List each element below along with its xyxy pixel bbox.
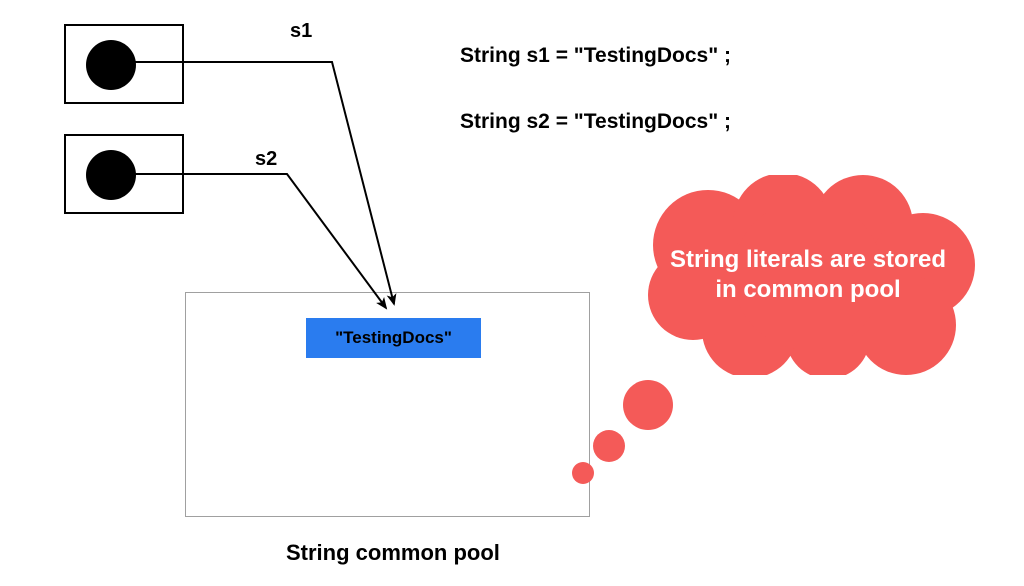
cloud-tail-2: [593, 430, 625, 462]
diagram-stage: s1 s2 String s1 = "TestingDocs" ; String…: [0, 0, 1024, 586]
thought-cloud: String literals are stored in common poo…: [638, 175, 978, 375]
ref-box-s2: [64, 134, 184, 214]
cloud-tail-3: [572, 462, 594, 484]
string-literal-box: "TestingDocs": [306, 318, 481, 358]
label-s1: s1: [290, 20, 312, 43]
string-pool-rect: "TestingDocs": [185, 292, 590, 517]
pool-caption: String common pool: [286, 540, 500, 566]
label-s2: s2: [255, 148, 277, 171]
ref-box-s1: [64, 24, 184, 104]
ref-dot-s1: [86, 40, 136, 90]
cloud-text: String literals are stored in common poo…: [638, 175, 978, 375]
code-line-2: String s2 = "TestingDocs" ;: [460, 110, 731, 134]
ref-dot-s2: [86, 150, 136, 200]
cloud-tail-1: [623, 380, 673, 430]
code-line-1: String s1 = "TestingDocs" ;: [460, 44, 731, 68]
